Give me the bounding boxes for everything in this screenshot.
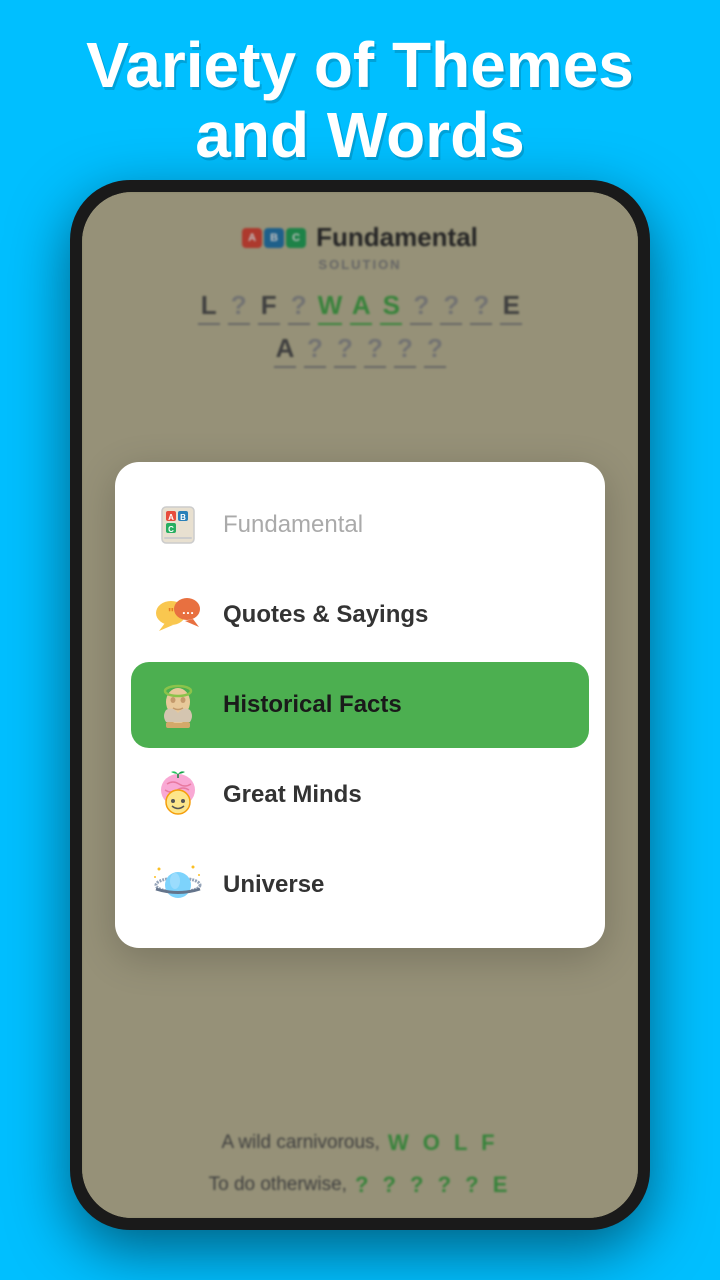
svg-text:C: C: [168, 525, 174, 534]
svg-text:A: A: [168, 513, 174, 522]
universe-icon: [151, 858, 205, 912]
phone-screen: A B C Fundamental SOLUTION L ? F ? W A S…: [82, 192, 638, 1218]
quotes-icon: " …: [151, 588, 205, 642]
svg-text:B: B: [180, 513, 186, 522]
historical-icon: [151, 678, 205, 732]
universe-label: Universe: [223, 871, 324, 899]
svg-text:…: …: [182, 602, 195, 617]
fundamental-icon: A B C: [151, 498, 205, 552]
headline: Variety of Themes and Words: [0, 20, 720, 181]
fundamental-label: Fundamental: [223, 511, 363, 539]
phone-frame: A B C Fundamental SOLUTION L ? F ? W A S…: [70, 180, 650, 1230]
theme-menu-modal: A B C Fundamental: [115, 462, 605, 948]
headline-line1: Variety of Themes: [86, 29, 634, 101]
modal-overlay: A B C Fundamental: [82, 192, 638, 1218]
historical-label: Historical Facts: [223, 691, 402, 719]
great-minds-icon: [151, 768, 205, 822]
menu-item-great-minds[interactable]: Great Minds: [131, 752, 589, 838]
menu-item-quotes[interactable]: " … Quotes & Sayings: [131, 572, 589, 658]
great-minds-label: Great Minds: [223, 781, 362, 809]
menu-item-universe[interactable]: Universe: [131, 842, 589, 928]
quotes-label: Quotes & Sayings: [223, 601, 428, 629]
menu-item-fundamental[interactable]: A B C Fundamental: [131, 482, 589, 568]
menu-item-historical[interactable]: Historical Facts: [131, 662, 589, 748]
headline-line2: and Words: [195, 99, 525, 171]
svg-text:": ": [168, 605, 174, 620]
